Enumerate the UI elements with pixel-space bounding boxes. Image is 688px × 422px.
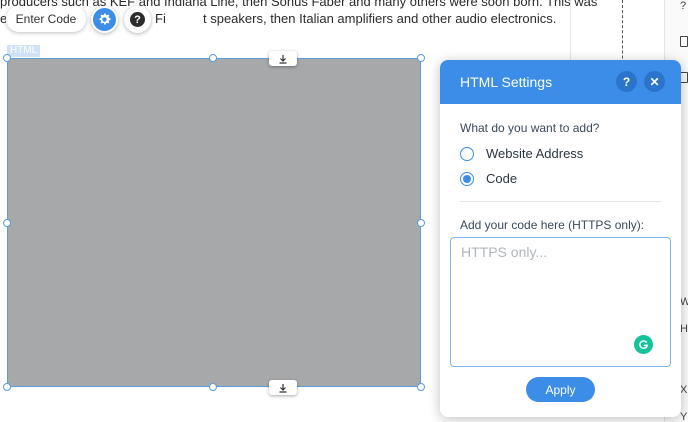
help-button[interactable]: ? (124, 6, 151, 33)
resize-handle-bottom-left[interactable] (3, 383, 11, 391)
resize-handle-bottom-right[interactable] (417, 383, 425, 391)
option-label: Code (486, 171, 518, 186)
help-icon: ? (130, 12, 145, 27)
grammarly-icon[interactable] (634, 335, 653, 354)
panel-close-button[interactable]: ✕ (644, 71, 665, 92)
html-settings-panel: HTML Settings ? ✕ What do you want to ad… (440, 60, 681, 417)
resize-handle-left[interactable] (3, 219, 11, 227)
grammarly-g-icon (639, 340, 649, 349)
radio-code[interactable] (460, 171, 474, 186)
panel-title: HTML Settings (460, 74, 553, 90)
download-arrow-icon (279, 383, 287, 393)
enter-code-button[interactable]: Enter Code (6, 6, 86, 32)
content-type-question: What do you want to add? (460, 121, 600, 135)
panel-header: HTML Settings ? ✕ (440, 60, 681, 104)
strip-help-icon[interactable]: ? (680, 0, 686, 12)
option-code[interactable]: Code (460, 171, 517, 186)
radio-website-address[interactable] (460, 146, 474, 161)
apply-button[interactable]: Apply (526, 377, 595, 402)
article-text-line-partial-mid: Fi (155, 11, 166, 26)
settings-button[interactable] (91, 6, 118, 33)
width-field-label: W (680, 296, 688, 308)
y-field-label: Y (680, 411, 688, 422)
resize-handle-top[interactable] (209, 54, 217, 62)
option-label: Website Address (486, 146, 584, 161)
stretch-top-button[interactable] (269, 51, 297, 66)
resize-handle-top-right[interactable] (417, 54, 425, 62)
article-text-line: producers such as KEF and Indiana Line, … (0, 0, 598, 9)
column-divider (570, 0, 571, 60)
resize-handle-top-left[interactable] (3, 54, 11, 62)
editor-canvas: producers such as KEF and Indiana Line, … (0, 0, 688, 422)
download-arrow-icon (279, 54, 287, 64)
resize-handle-right[interactable] (417, 219, 425, 227)
element-type-label: HTML (7, 45, 41, 57)
copy-icon[interactable] (680, 36, 688, 47)
radio-selected-dot (463, 174, 471, 183)
height-field-label: H (680, 323, 688, 335)
resize-handle-bottom[interactable] (209, 383, 217, 391)
html-embed-element[interactable] (7, 58, 421, 387)
option-website-address[interactable]: Website Address (460, 146, 583, 161)
paste-icon[interactable] (680, 72, 688, 83)
panel-divider (460, 201, 661, 202)
panel-help-button[interactable]: ? (616, 71, 637, 92)
gear-icon (99, 13, 111, 25)
stretch-bottom-button[interactable] (269, 380, 297, 395)
article-text-line-partial-right: t speakers, then Italian amplifiers and … (203, 11, 557, 26)
code-field-label: Add your code here (HTTPS only): (460, 218, 645, 232)
x-field-label: X (680, 384, 688, 396)
